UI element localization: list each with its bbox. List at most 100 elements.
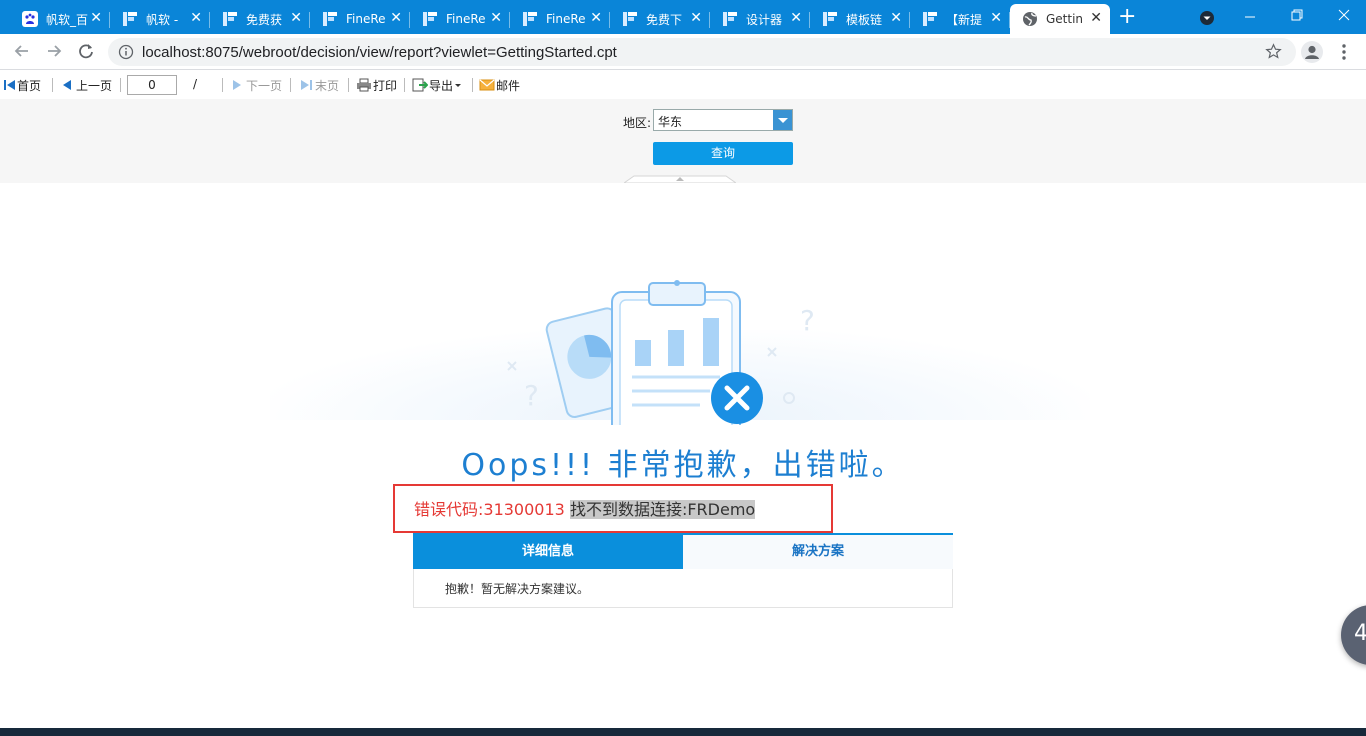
region-label: 地区:	[623, 116, 652, 130]
mail-icon	[479, 79, 495, 91]
toolbar-divider	[290, 78, 291, 92]
address-bar[interactable]: localhost:8075/webroot/decision/view/rep…	[108, 38, 1296, 66]
next-page-button[interactable]: 下一页	[231, 77, 282, 93]
browser-tab-label: 模板链	[846, 12, 883, 27]
svg-text:?: ?	[800, 304, 815, 337]
tab-details[interactable]: 详细信息	[413, 535, 683, 569]
browser-tab[interactable]: 免费获 ✕	[210, 4, 310, 34]
browser-tab[interactable]: 设计器 ✕	[710, 4, 810, 34]
close-icon[interactable]: ✕	[190, 10, 202, 26]
first-page-icon	[4, 80, 15, 90]
browser-tab-label: 免费获	[246, 12, 283, 27]
finereport-icon	[922, 11, 946, 27]
next-page-label: 下一页	[246, 78, 283, 93]
query-button[interactable]: 查询	[653, 142, 793, 165]
region-select-value: 华东	[658, 115, 683, 129]
tab-search-icon[interactable]	[1199, 10, 1215, 26]
finereport-icon	[522, 11, 546, 27]
printer-icon	[357, 78, 371, 92]
browser-tab[interactable]: FineRe ✕	[410, 4, 510, 34]
toolbar-divider	[472, 78, 473, 92]
browser-tab[interactable]: 免费下 ✕	[610, 4, 710, 34]
print-button[interactable]: 打印	[356, 77, 397, 93]
globe-icon	[1022, 11, 1046, 27]
error-detail-text: 抱歉！暂无解决方案建议。	[445, 582, 590, 596]
next-page-icon	[233, 80, 241, 90]
toolbar-divider	[348, 78, 349, 92]
error-code: 错误代码:31300013	[414, 500, 565, 519]
browser-tab[interactable]: 模板链 ✕	[810, 4, 910, 34]
last-page-icon	[301, 80, 312, 90]
close-icon[interactable]: ✕	[390, 10, 402, 26]
close-icon[interactable]: ✕	[1090, 10, 1102, 26]
prev-page-button[interactable]: 上一页	[61, 77, 112, 93]
close-icon[interactable]: ✕	[990, 10, 1002, 26]
browser-tab[interactable]: Gettin ✕	[1010, 4, 1110, 34]
error-line: 错误代码:31300013 找不到数据连接:FRDemo	[414, 496, 756, 520]
browser-tab[interactable]: 帆软 - ✕	[110, 4, 210, 34]
parameter-panel: 地区: 华东 查询	[0, 99, 1366, 183]
finereport-icon	[322, 11, 346, 27]
email-button[interactable]: 邮件	[479, 77, 520, 93]
minimize-icon[interactable]	[1243, 10, 1257, 24]
tab-solution[interactable]: 解决方案	[683, 535, 953, 569]
browser-tab-label: 免费下	[646, 12, 683, 27]
export-icon	[412, 78, 428, 92]
export-label: 导出	[429, 78, 454, 93]
new-tab-button[interactable]: +	[1118, 6, 1136, 28]
first-page-label: 首页	[17, 78, 42, 93]
page-number-input[interactable]: 0	[127, 75, 177, 95]
browser-tab-label: Gettin	[1046, 12, 1084, 26]
browser-tab[interactable]: 帆软_百 ✕	[10, 4, 110, 34]
close-icon[interactable]: ✕	[490, 10, 502, 26]
browser-tab[interactable]: FineRe ✕	[310, 4, 410, 34]
last-page-button[interactable]: 末页	[299, 77, 339, 93]
region-select[interactable]: 华东	[653, 109, 793, 131]
first-page-button[interactable]: 首页	[3, 77, 41, 93]
forward-arrow-icon[interactable]	[43, 40, 65, 62]
export-button[interactable]: 导出	[412, 77, 463, 93]
browser-tab-label: 设计器	[746, 12, 783, 27]
browser-tab-label: 帆软_百	[46, 12, 89, 27]
reload-icon[interactable]	[75, 40, 97, 62]
report-toolbar: 首页 上一页 0 / 下一页 末页 打印 导出 邮件	[0, 71, 1366, 99]
error-message: 找不到数据连接:FRDemo	[569, 500, 756, 519]
close-icon[interactable]: ✕	[590, 10, 602, 26]
toolbar-divider	[404, 78, 405, 92]
dropdown-arrow-icon[interactable]	[773, 110, 792, 130]
browser-toolbar: localhost:8075/webroot/decision/view/rep…	[0, 34, 1366, 70]
svg-text:?: ?	[524, 379, 539, 412]
floating-assistant-bubble[interactable]: 4	[1341, 605, 1366, 665]
toolbar-divider	[52, 78, 53, 92]
browser-tab[interactable]: 【新提 ✕	[910, 4, 1010, 34]
url-text: localhost:8075/webroot/decision/view/rep…	[142, 44, 617, 61]
back-arrow-icon[interactable]	[11, 40, 33, 62]
finereport-icon	[122, 11, 146, 27]
browser-tab-label: 【新提	[946, 12, 983, 27]
restore-icon[interactable]	[1290, 8, 1304, 22]
finereport-icon	[822, 11, 846, 27]
floating-bubble-text: 4	[1354, 621, 1366, 646]
close-icon[interactable]: ✕	[290, 10, 302, 26]
finereport-icon	[422, 11, 446, 27]
profile-avatar-icon[interactable]	[1301, 41, 1323, 63]
close-icon[interactable]: ✕	[890, 10, 902, 26]
chevron-down-icon	[455, 84, 462, 87]
error-headline: Oops!!! 非常抱歉，出错啦。	[461, 448, 905, 483]
close-icon[interactable]: ✕	[90, 10, 102, 26]
collapse-panel-icon[interactable]	[624, 175, 736, 183]
browser-tab[interactable]: FineRe ✕	[510, 4, 610, 34]
window-close-icon[interactable]	[1337, 8, 1351, 22]
finereport-icon	[222, 11, 246, 27]
bookmark-star-icon[interactable]	[1265, 43, 1282, 60]
prev-page-icon	[63, 80, 71, 90]
close-icon[interactable]: ✕	[690, 10, 702, 26]
site-info-icon[interactable]	[118, 44, 134, 60]
toolbar-divider	[120, 78, 121, 92]
close-icon[interactable]: ✕	[790, 10, 802, 26]
browser-tab-strip: 帆软_百 ✕ 帆软 - ✕ 免费获 ✕ FineRe ✕ FineRe ✕ FineRe ✕ 免费下 ✕ 设…	[0, 0, 1366, 34]
finereport-icon	[622, 11, 646, 27]
error-tabs: 详细信息 解决方案	[413, 533, 953, 569]
error-report-illustration: ? ?	[507, 280, 815, 425]
browser-menu-icon[interactable]	[1339, 42, 1349, 62]
